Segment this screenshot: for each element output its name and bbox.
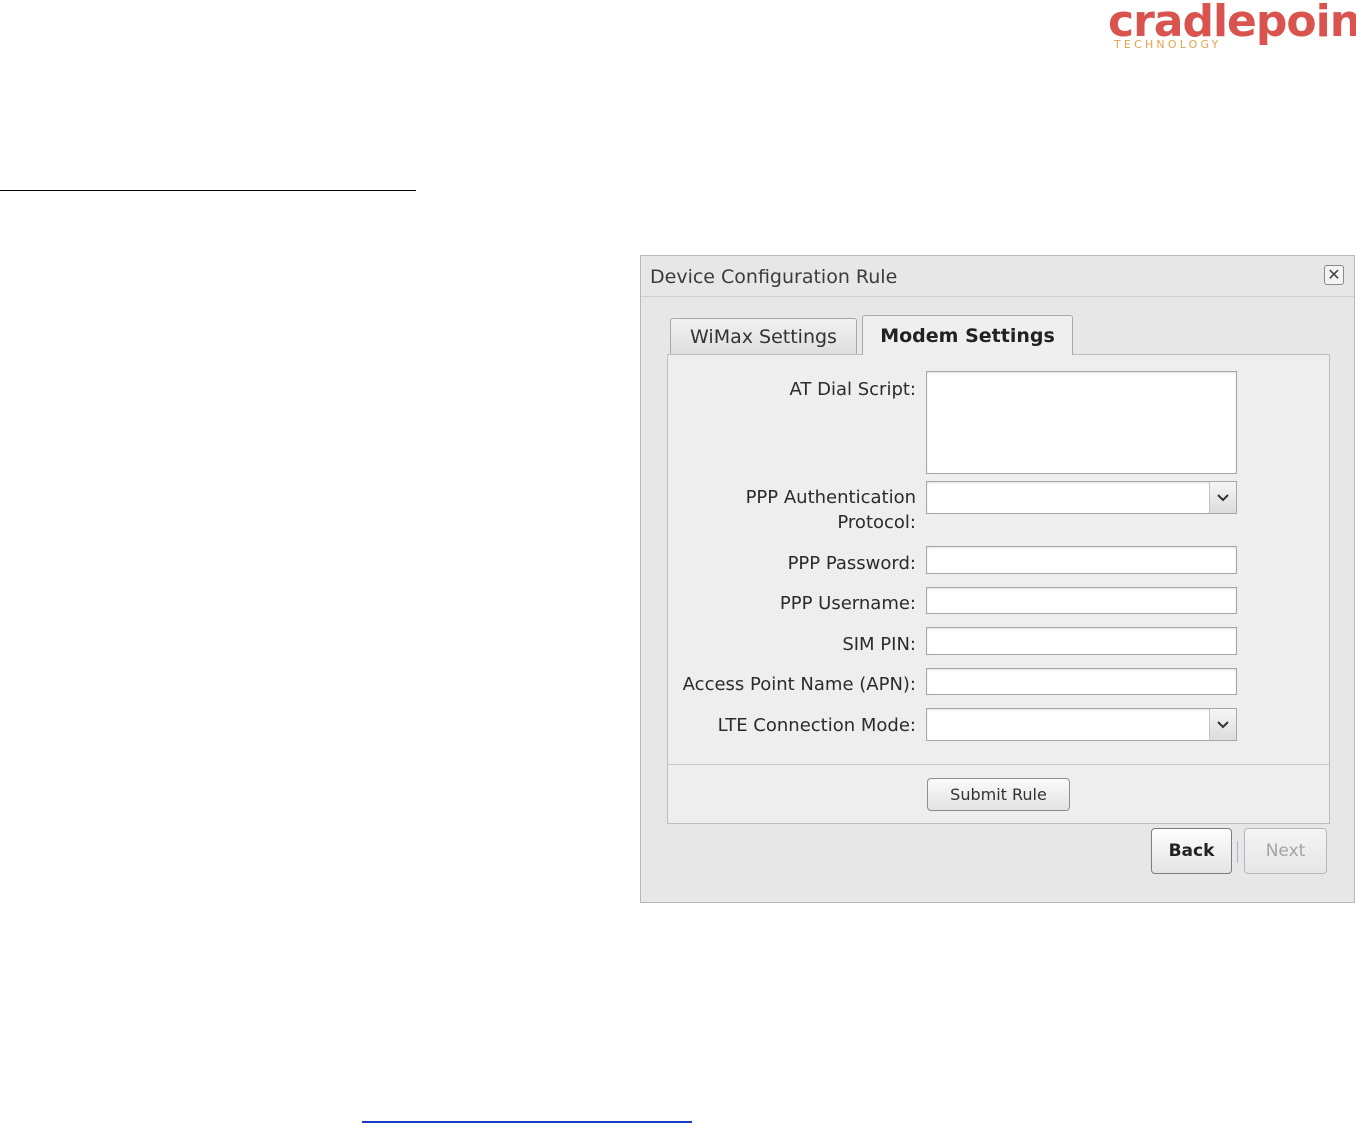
tab-wimax-settings[interactable]: WiMax Settings xyxy=(670,318,857,355)
ppp-auth-protocol-select[interactable] xyxy=(926,481,1237,514)
ppp-password-input[interactable] xyxy=(926,546,1237,574)
ppp-auth-protocol-label-line1: PPP Authentication xyxy=(745,487,916,508)
title-divider xyxy=(641,296,1354,297)
tab-label: WiMax Settings xyxy=(690,326,837,348)
logo-tagline: TECHNOLOGY xyxy=(1114,38,1222,51)
sim-pin-label: SIM PIN: xyxy=(842,634,916,655)
ppp-auth-protocol-label-line2: Protocol: xyxy=(837,512,916,533)
panel-divider xyxy=(668,764,1329,765)
lte-connection-mode-label: LTE Connection Mode: xyxy=(717,715,916,736)
submit-rule-button[interactable]: Submit Rule xyxy=(927,778,1070,811)
close-button[interactable]: ✕ xyxy=(1324,265,1344,285)
back-button[interactable]: Back xyxy=(1151,828,1232,874)
tab-modem-settings[interactable]: Modem Settings xyxy=(862,315,1073,355)
device-configuration-rule-dialog: Device Configuration Rule ✕ WiMax Settin… xyxy=(640,255,1355,903)
at-dial-script-label: AT Dial Script: xyxy=(789,379,916,400)
chevron-down-icon[interactable] xyxy=(1209,709,1236,740)
lte-connection-mode-select[interactable] xyxy=(926,708,1237,741)
close-icon: ✕ xyxy=(1327,265,1341,284)
ppp-username-label: PPP Username: xyxy=(779,593,916,614)
section-underline xyxy=(0,190,416,191)
tab-label: Modem Settings xyxy=(880,324,1055,347)
chevron-down-icon[interactable] xyxy=(1209,482,1236,513)
hyperlink-underline[interactable] xyxy=(362,1121,692,1123)
next-button[interactable]: Next xyxy=(1244,828,1327,874)
ppp-username-input[interactable] xyxy=(926,587,1237,614)
ppp-password-label: PPP Password: xyxy=(787,553,916,574)
cradlepoint-logo: cradlepoint TECHNOLOGY xyxy=(1108,0,1356,58)
dialog-title: Device Configuration Rule xyxy=(650,266,898,288)
modem-settings-panel: AT Dial Script: PPP Authentication Proto… xyxy=(667,354,1330,824)
at-dial-script-textarea[interactable] xyxy=(926,371,1237,474)
button-divider xyxy=(1237,841,1238,863)
apn-input[interactable] xyxy=(926,668,1237,695)
sim-pin-input[interactable] xyxy=(926,627,1237,655)
apn-label: Access Point Name (APN): xyxy=(682,674,916,695)
